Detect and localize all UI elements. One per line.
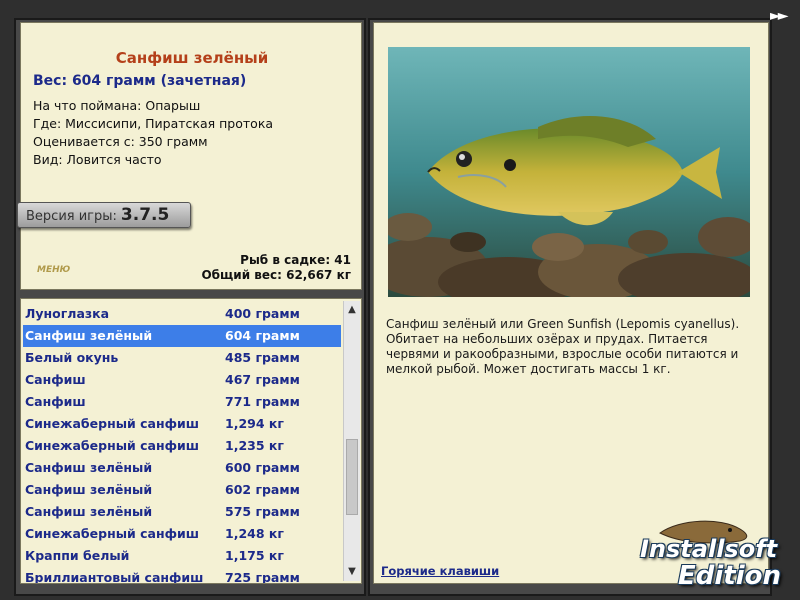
net-stats: Рыб в садке: 41 Общий вес: 62,667 кг [201,253,351,283]
fish-weight: Вес: 604 грамм (зачетная) [33,73,247,89]
fish-list-item-weight: 602 грамм [225,482,300,497]
catch-bait: На что поймана: Опарыш [33,98,201,113]
fast-forward-button[interactable]: ►► [770,8,788,24]
fish-list-item[interactable]: Бриллиантовый санфиш 725 грамм [23,567,341,584]
catch-min-weight: Оценивается с: 350 грамм [33,134,208,149]
fish-list-item-weight: 1,294 кг [225,416,284,431]
fish-list-item[interactable]: Санфиш зелёный 604 грамм [23,325,341,347]
catch-info-panel: Санфиш зелёный Вес: 604 грамм (зачетная)… [20,22,362,290]
fish-list-item-weight: 400 грамм [225,306,300,321]
fish-list-item-weight: 1,235 кг [225,438,284,453]
fish-list-item[interactable]: Санфиш 771 грамм [23,391,341,413]
catch-location: Где: Миссисипи, Пиратская протока [33,116,274,131]
fish-list-item-name: Санфиш зелёный [25,504,153,519]
fish-list-item-name: Краппи белый [25,548,130,563]
fish-list-item-weight: 485 грамм [225,350,300,365]
fish-list-item[interactable]: Санфиш зелёный 602 грамм [23,479,341,501]
fish-description: Санфиш зелёный или Green Sunfish (Lepomi… [386,317,740,376]
catch-frequency: Вид: Ловится часто [33,152,162,167]
scroll-thumb[interactable] [346,439,358,515]
installsoft-watermark: Installsoft Edition [630,515,800,597]
fish-list: Луноглазка 400 грамм Санфиш зелёный 604 гра… [23,303,341,584]
fish-list-item-weight: 725 грамм [225,570,300,584]
fish-list-item-weight: 600 грамм [225,460,300,475]
fish-photo [388,47,750,297]
watermark-line1: Installsoft [640,535,778,563]
fish-list-item-name: Санфиш зелёный [25,328,153,343]
list-scrollbar[interactable]: ▲ ▼ [343,301,360,581]
fish-list-item[interactable]: Луноглазка 400 грамм [23,303,341,325]
total-weight: Общий вес: 62,667 кг [201,268,351,282]
catch-details: На что поймана: Опарыш Где: Миссисипи, П… [33,97,273,169]
fish-list-item-name: Санфиш [25,394,86,409]
version-label: Версия игры: [26,209,117,224]
fish-list-item-weight: 1,175 кг [225,548,284,563]
fish-title: Санфиш зелёный [115,49,269,67]
fish-list-item-name: Санфиш зелёный [25,482,153,497]
scroll-down-icon[interactable]: ▼ [344,563,360,581]
fish-list-item[interactable]: Синежаберный санфиш 1,235 кг [23,435,341,457]
fish-list-item-name: Синежаберный санфиш [25,438,200,453]
fish-list-item[interactable]: Краппи белый 1,175 кг [23,545,341,567]
fish-list-panel: Луноглазка 400 грамм Санфиш зелёный 604 гра… [20,298,362,584]
fish-list-item[interactable]: Синежаберный санфиш 1,248 кг [23,523,341,545]
fish-list-item[interactable]: Синежаберный санфиш 1,294 кг [23,413,341,435]
version-number: 3.7.5 [120,205,170,225]
version-badge: Версия игры: 3.7.5 [17,202,191,228]
scroll-up-icon[interactable]: ▲ [344,301,360,319]
fish-list-item-name: Санфиш зелёный [25,460,153,475]
fish-list-item-weight: 575 грамм [225,504,300,519]
watermark-line2: Edition [678,561,781,591]
fish-list-item-name: Бриллиантовый санфиш [25,570,204,584]
fish-list-item[interactable]: Санфиш зелёный 600 грамм [23,457,341,479]
fish-list-item-name: Санфиш [25,372,86,387]
fish-list-item-weight: 1,248 кг [225,526,284,541]
fish-list-item-weight: 771 грамм [225,394,300,409]
fish-list-item-name: Синежаберный санфиш [25,416,200,431]
fish-list-item-name: Белый окунь [25,350,119,365]
hotkeys-link[interactable]: Горячие клавиши [381,564,499,578]
fish-list-item-weight: 467 грамм [225,372,300,387]
fish-in-net: Рыб в садке: 41 [240,253,351,267]
fish-list-item[interactable]: Санфиш 467 грамм [23,369,341,391]
fish-list-item[interactable]: Санфиш зелёный 575 грамм [23,501,341,523]
menu-logo[interactable]: МЕНЮ [37,265,70,275]
fish-list-item-weight: 604 грамм [225,328,300,343]
fish-list-item-name: Луноглазка [25,306,110,321]
fish-list-item-name: Синежаберный санфиш [25,526,200,541]
fish-description-panel: Санфиш зелёный или Green Sunfish (Lepomi… [373,22,769,584]
fish-list-item[interactable]: Белый окунь 485 грамм [23,347,341,369]
